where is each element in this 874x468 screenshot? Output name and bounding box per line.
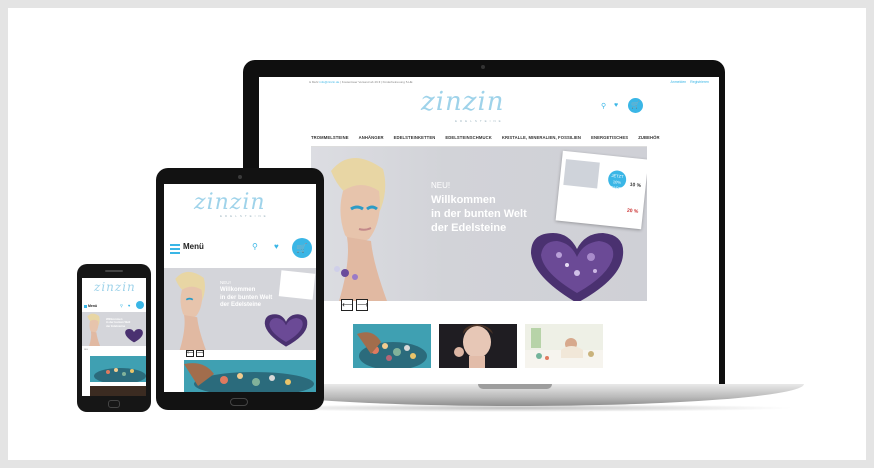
hero-title-line1: Willkommen	[431, 194, 496, 206]
phone-small-label: NEU	[84, 349, 89, 351]
hero-banner[interactable]: NEU! Willkommen in der bunten Welt der E…	[311, 147, 647, 301]
laptop-camera	[481, 65, 485, 69]
nav-item-trommelsteine[interactable]: TROMMELSTEINE	[311, 135, 349, 145]
phone-device: zinzin Menü ⚲ ♥ Willkommen in der bunten…	[77, 264, 151, 412]
slider-next-button[interactable]: ⟶	[356, 299, 368, 311]
hamburger-icon[interactable]	[170, 244, 180, 256]
nav-item-edelsteinketten[interactable]: EDELSTEINKETTEN	[394, 135, 436, 145]
tablet-hero-line2: in der bunten Welt	[220, 294, 273, 301]
model-portrait-image	[331, 157, 387, 301]
tablet-slider-arrows: ⟵ ⟶	[186, 350, 204, 357]
phone-hero-title: Willkommen in der bunten Welt der Edelst…	[106, 317, 130, 328]
tablet-hero-kicker: NEU!	[220, 280, 231, 285]
tablet-amethyst-heart	[264, 314, 308, 347]
promo-card-image	[563, 159, 600, 189]
phone-search-icon[interactable]: ⚲	[120, 303, 123, 308]
site-logo[interactable]: zinzin	[421, 87, 505, 117]
tablet-hero-banner[interactable]: NEU! Willkommen in der bunten Welt der E…	[164, 268, 316, 350]
slider-prev-button[interactable]: ⟵	[341, 299, 353, 311]
tablet-prev-button[interactable]: ⟵	[186, 350, 194, 357]
hero-kicker: NEU!	[431, 181, 451, 190]
laptop-screen: & Mehr info@zinzin.de | Kostenloser Vers…	[259, 77, 719, 384]
phone-hamburger-icon[interactable]	[84, 305, 87, 308]
tablet-hero-line1: Willkommen	[220, 287, 256, 293]
tablet-logo-tagline: EDELSTEINE	[220, 214, 269, 218]
topbar-text-before: & Mehr	[309, 80, 319, 84]
crafts-table-image	[525, 324, 603, 368]
heart-icon[interactable]: ♥	[614, 102, 618, 109]
phone-category-photo-2[interactable]	[90, 386, 146, 396]
hero-title-line2: in der bunten Welt	[431, 208, 527, 220]
tablet-promo-card	[278, 270, 316, 300]
tablet-model-portrait	[175, 271, 206, 350]
nav-item-kristalle[interactable]: KRISTALLE, MINERALIEN, FOSSILIEN	[502, 135, 581, 145]
promo-badge: JETZT 10% SPAREN	[607, 169, 628, 191]
login-link[interactable]: Anmelden	[670, 80, 686, 84]
phone-amethyst-heart	[125, 328, 143, 343]
category-thumb-crafts[interactable]	[525, 324, 603, 368]
phone-heart-icon[interactable]: ♥	[128, 303, 130, 308]
tablet-tumbled-stones-image	[184, 360, 316, 392]
tablet-next-button[interactable]: ⟶	[196, 350, 204, 357]
topbar-email-link[interactable]: info@zinzin.de	[320, 80, 340, 84]
tablet-site-logo[interactable]: zinzin	[194, 190, 266, 215]
tablet-heart-icon[interactable]: ♥	[274, 242, 279, 251]
tumbled-stones-image	[353, 324, 431, 368]
main-nav: TROMMELSTEINE ANHÄNGER EDELSTEINKETTEN E…	[311, 135, 660, 145]
phone-speaker	[105, 270, 123, 272]
promo-percent-2: 20 %	[626, 207, 639, 215]
site-logo-tagline: EDELSTEINE	[455, 119, 504, 123]
amethyst-heart-image	[531, 233, 624, 301]
tablet-cart-icon[interactable]: 🛒	[292, 238, 312, 258]
phone-tumbled-stones-image	[90, 356, 146, 382]
register-link[interactable]: Registrieren	[690, 80, 709, 84]
category-thumb-jewelry[interactable]	[439, 324, 517, 368]
tablet-search-icon[interactable]: ⚲	[252, 242, 258, 251]
nav-item-energetisches[interactable]: ENERGETISCHES	[591, 135, 628, 145]
phone-category-photo[interactable]	[90, 356, 146, 382]
nav-item-anhaenger[interactable]: ANHÄNGER	[359, 135, 384, 145]
tablet-category-photo[interactable]	[184, 360, 316, 392]
promo-percent: 10 %	[629, 181, 642, 190]
tablet-device: zinzin EDELSTEINE Menü ⚲ ♥ 🛒 NEU! Willko…	[156, 168, 324, 410]
hero-title-line3: der Edelsteine	[431, 222, 507, 234]
topbar-text-after: | Kostenloser Versand ab 49 € | Kinderbe…	[340, 80, 413, 84]
phone-model-portrait	[87, 313, 101, 346]
promo-card[interactable]: JETZT 10% SPAREN 10 % 20 %	[555, 150, 647, 230]
nav-item-zubehoer[interactable]: ZUBEHÖR	[638, 135, 659, 145]
nav-item-edelsteinschmuck[interactable]: EDELSTEINSCHMUCK	[445, 135, 492, 145]
tablet-menu-label[interactable]: Menü	[183, 242, 204, 251]
hero-title: Willkommen in der bunten Welt der Edelst…	[431, 193, 527, 235]
category-thumb-tumbled-stones[interactable]	[353, 324, 431, 368]
phone-site-logo[interactable]: zinzin	[94, 280, 136, 294]
laptop-notch	[478, 384, 552, 389]
tablet-home-button[interactable]	[230, 398, 248, 406]
phone-screen: zinzin Menü ⚲ ♥ Willkommen in der bunten…	[82, 278, 146, 396]
account-links: Anmelden Registrieren	[670, 80, 709, 84]
tablet-screen: zinzin EDELSTEINE Menü ⚲ ♥ 🛒 NEU! Willko…	[164, 184, 316, 392]
phone-hero-banner[interactable]: Willkommen in der bunten Welt der Edelst…	[82, 312, 146, 346]
cart-icon[interactable]: 🛒	[628, 98, 643, 113]
phone-menu-label[interactable]: Menü	[88, 304, 97, 308]
phone-cart-icon[interactable]	[136, 301, 144, 309]
search-icon[interactable]: ⚲	[601, 102, 606, 110]
slider-arrows: ⟵ ⟶	[341, 299, 368, 311]
phone-home-button[interactable]	[108, 400, 120, 408]
tablet-hero-title: Willkommen in der bunten Welt der Edelst…	[220, 287, 272, 310]
tablet-hero-line3: der Edelsteine	[220, 302, 262, 308]
jewelry-model-image	[439, 324, 517, 368]
tablet-camera	[238, 175, 242, 179]
